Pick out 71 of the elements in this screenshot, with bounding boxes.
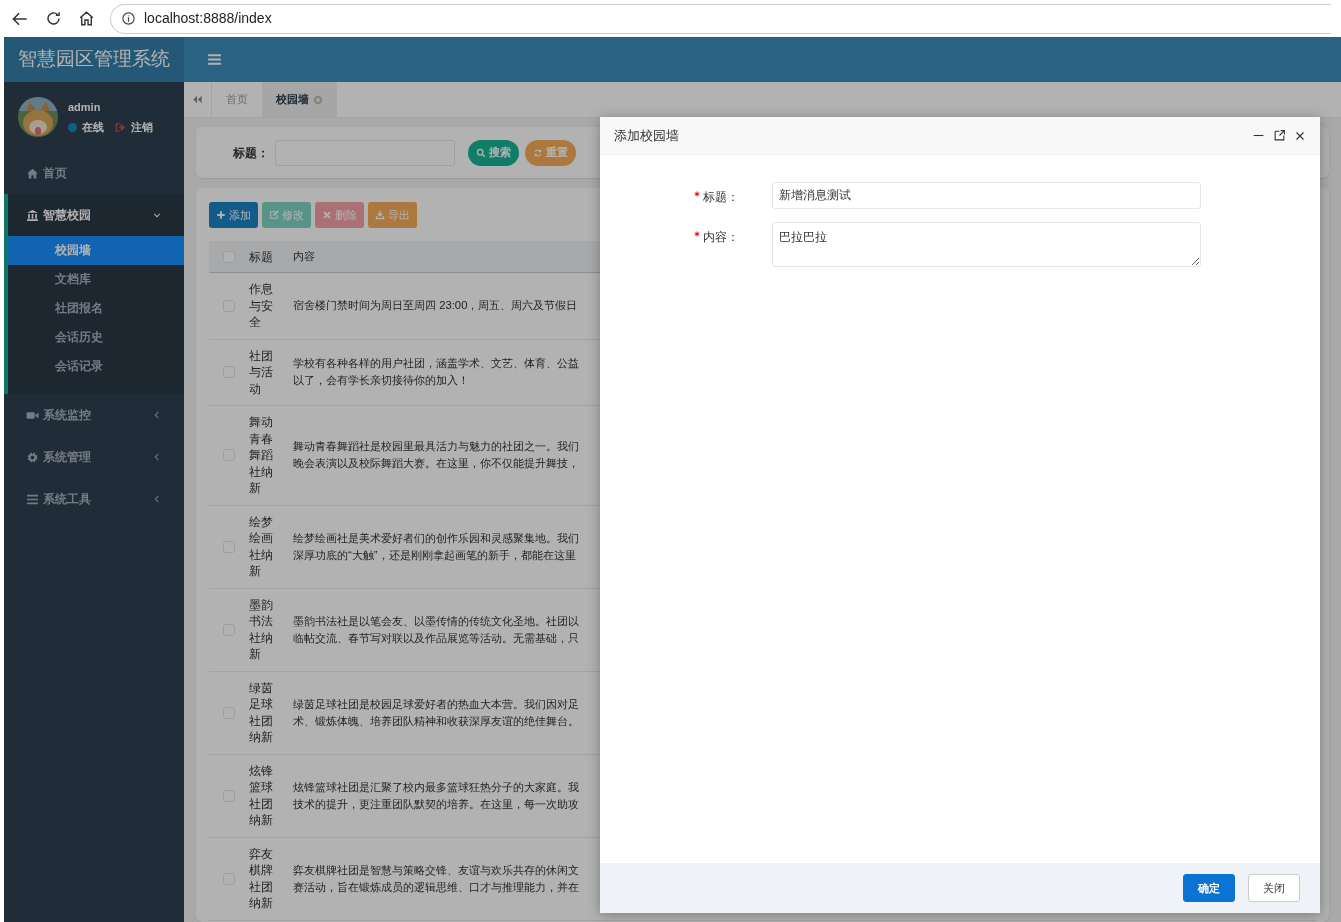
- status-dot: [68, 122, 77, 132]
- table-cell-text: 社团与活动: [249, 347, 274, 397]
- menu-item[interactable]: 系统监控: [4, 394, 184, 436]
- table-cell-text: 墨韵书法社纳新: [249, 596, 274, 663]
- refresh-icon: [533, 147, 543, 158]
- text-area[interactable]: 巴拉巴拉: [772, 222, 1201, 267]
- search-button[interactable]: 搜索: [468, 139, 519, 166]
- table-cell-text: 弈友棋牌社团是智慧与策略交锋、友谊与欢乐共存的休闲文: [293, 862, 580, 878]
- home-icon: [26, 166, 39, 180]
- export-button[interactable]: 导出: [368, 202, 417, 228]
- submenu-item[interactable]: 社团报名: [8, 294, 184, 323]
- table-cell-text: 绘梦绘画社是美术爱好者们的创作乐园和灵感聚集地。我们: [293, 530, 580, 546]
- table-cell-text: 炫锋篮球社团纳新: [249, 762, 274, 829]
- user-name: admin: [68, 99, 102, 115]
- table-cell-text: 晚会表演以及校际舞蹈大赛。在这里，你不仅能提升舞技，: [293, 456, 580, 472]
- add-button[interactable]: 添加: [209, 202, 258, 228]
- table-cell-text: 墨韵书法社是以笔会友、以墨传情的传统文化圣地。社团以: [293, 613, 580, 629]
- bank-icon: [26, 208, 39, 222]
- table-cell-text: 绿茵足球社团是校园足球爱好者的热血大本营。我们因对足: [293, 696, 580, 712]
- close-icon[interactable]: [1294, 129, 1306, 142]
- table-cell-text: 以了，会有学长亲切接待你的加入！: [293, 373, 470, 389]
- confirm-button[interactable]: 确定: [1183, 874, 1235, 902]
- tab[interactable]: 校园墙: [262, 82, 337, 117]
- table-cell-text: 绘梦绘画社纳新: [249, 513, 274, 580]
- table-cell-text: 宿舍楼门禁时间为周日至周四 23:00，周五、周六及节假日: [293, 298, 579, 314]
- column-header: 标题: [249, 249, 273, 264]
- table-cell-text: 技术的提升，更注重团队默契的培养。在这里，每一次助攻: [293, 796, 580, 812]
- reload-icon[interactable]: [44, 9, 63, 28]
- status-text: 在线: [82, 120, 104, 135]
- dialog-title: 添加校园墙: [614, 126, 679, 145]
- reset-button[interactable]: 重置: [525, 139, 576, 166]
- maximize-icon[interactable]: [1273, 129, 1286, 142]
- home-icon[interactable]: [77, 9, 96, 28]
- logout-link[interactable]: 注销: [131, 119, 153, 136]
- submenu-item[interactable]: 文档库: [8, 265, 184, 294]
- field-label: 内容：: [703, 230, 739, 244]
- table-cell-text: 舞动青春舞蹈社纳新: [249, 414, 274, 497]
- table-cell-text: 临帖交流、春节写对联以及作品展览等活动。无需基础，只: [293, 630, 580, 646]
- submenu-item[interactable]: 校园墙: [8, 236, 184, 265]
- app-title: 智慧园区管理系统: [4, 37, 184, 82]
- plus-icon: [216, 210, 226, 220]
- close-button[interactable]: 关闭: [1248, 874, 1300, 902]
- submenu-item[interactable]: 会话历史: [8, 323, 184, 352]
- menu-icon: [26, 492, 39, 506]
- logout-icon[interactable]: [115, 121, 126, 133]
- info-icon[interactable]: [121, 11, 136, 26]
- table-cell-text: 炫锋篮球社团是汇聚了校内最多篮球狂热分子的大家庭。我: [293, 779, 580, 795]
- table-cell-text: 学校有各种各样的用户社团，涵盖学术、文艺、体育、公益: [293, 356, 580, 372]
- search-icon: [476, 147, 486, 158]
- table-cell-text: 作息与安全: [249, 281, 274, 331]
- submenu-item[interactable]: 会话记录: [8, 352, 184, 381]
- column-header: 内容: [293, 250, 315, 262]
- tab[interactable]: 首页: [212, 82, 262, 117]
- gear-icon: [26, 450, 39, 464]
- menu-item[interactable]: 首页: [4, 152, 184, 194]
- table-cell-text: 术、锻炼体魄、培养团队精神和收获深厚友谊的绝佳舞台。: [293, 713, 580, 729]
- table-cell-text: 赛活动，旨在锻炼成员的逻辑思维、口才与推理能力，并在: [293, 879, 580, 895]
- menu-icon[interactable]: [206, 51, 223, 68]
- menu-item[interactable]: 智慧校园: [8, 194, 184, 236]
- input-field[interactable]: 新增消息测试: [772, 182, 1201, 209]
- table-cell-text: 绿茵足球社团纳新: [249, 679, 274, 746]
- menu-item[interactable]: 系统管理: [4, 436, 184, 478]
- double-left-icon: [192, 94, 203, 105]
- field-label: 标题：: [233, 144, 269, 162]
- url-text: localhost:8888/index: [144, 9, 272, 28]
- field-label: 标题：: [703, 190, 739, 204]
- table-cell-text: 弈友棋牌社团纳新: [249, 845, 274, 912]
- download-icon: [375, 210, 385, 220]
- table-cell-text: 舞动青春舞蹈社是校园里最具活力与魅力的社团之一。我们: [293, 439, 580, 455]
- table-cell-text: 深厚功底的“大触”，还是刚刚拿起画笔的新手，都能在这里: [293, 547, 577, 563]
- menu-item[interactable]: 系统工具: [4, 478, 184, 520]
